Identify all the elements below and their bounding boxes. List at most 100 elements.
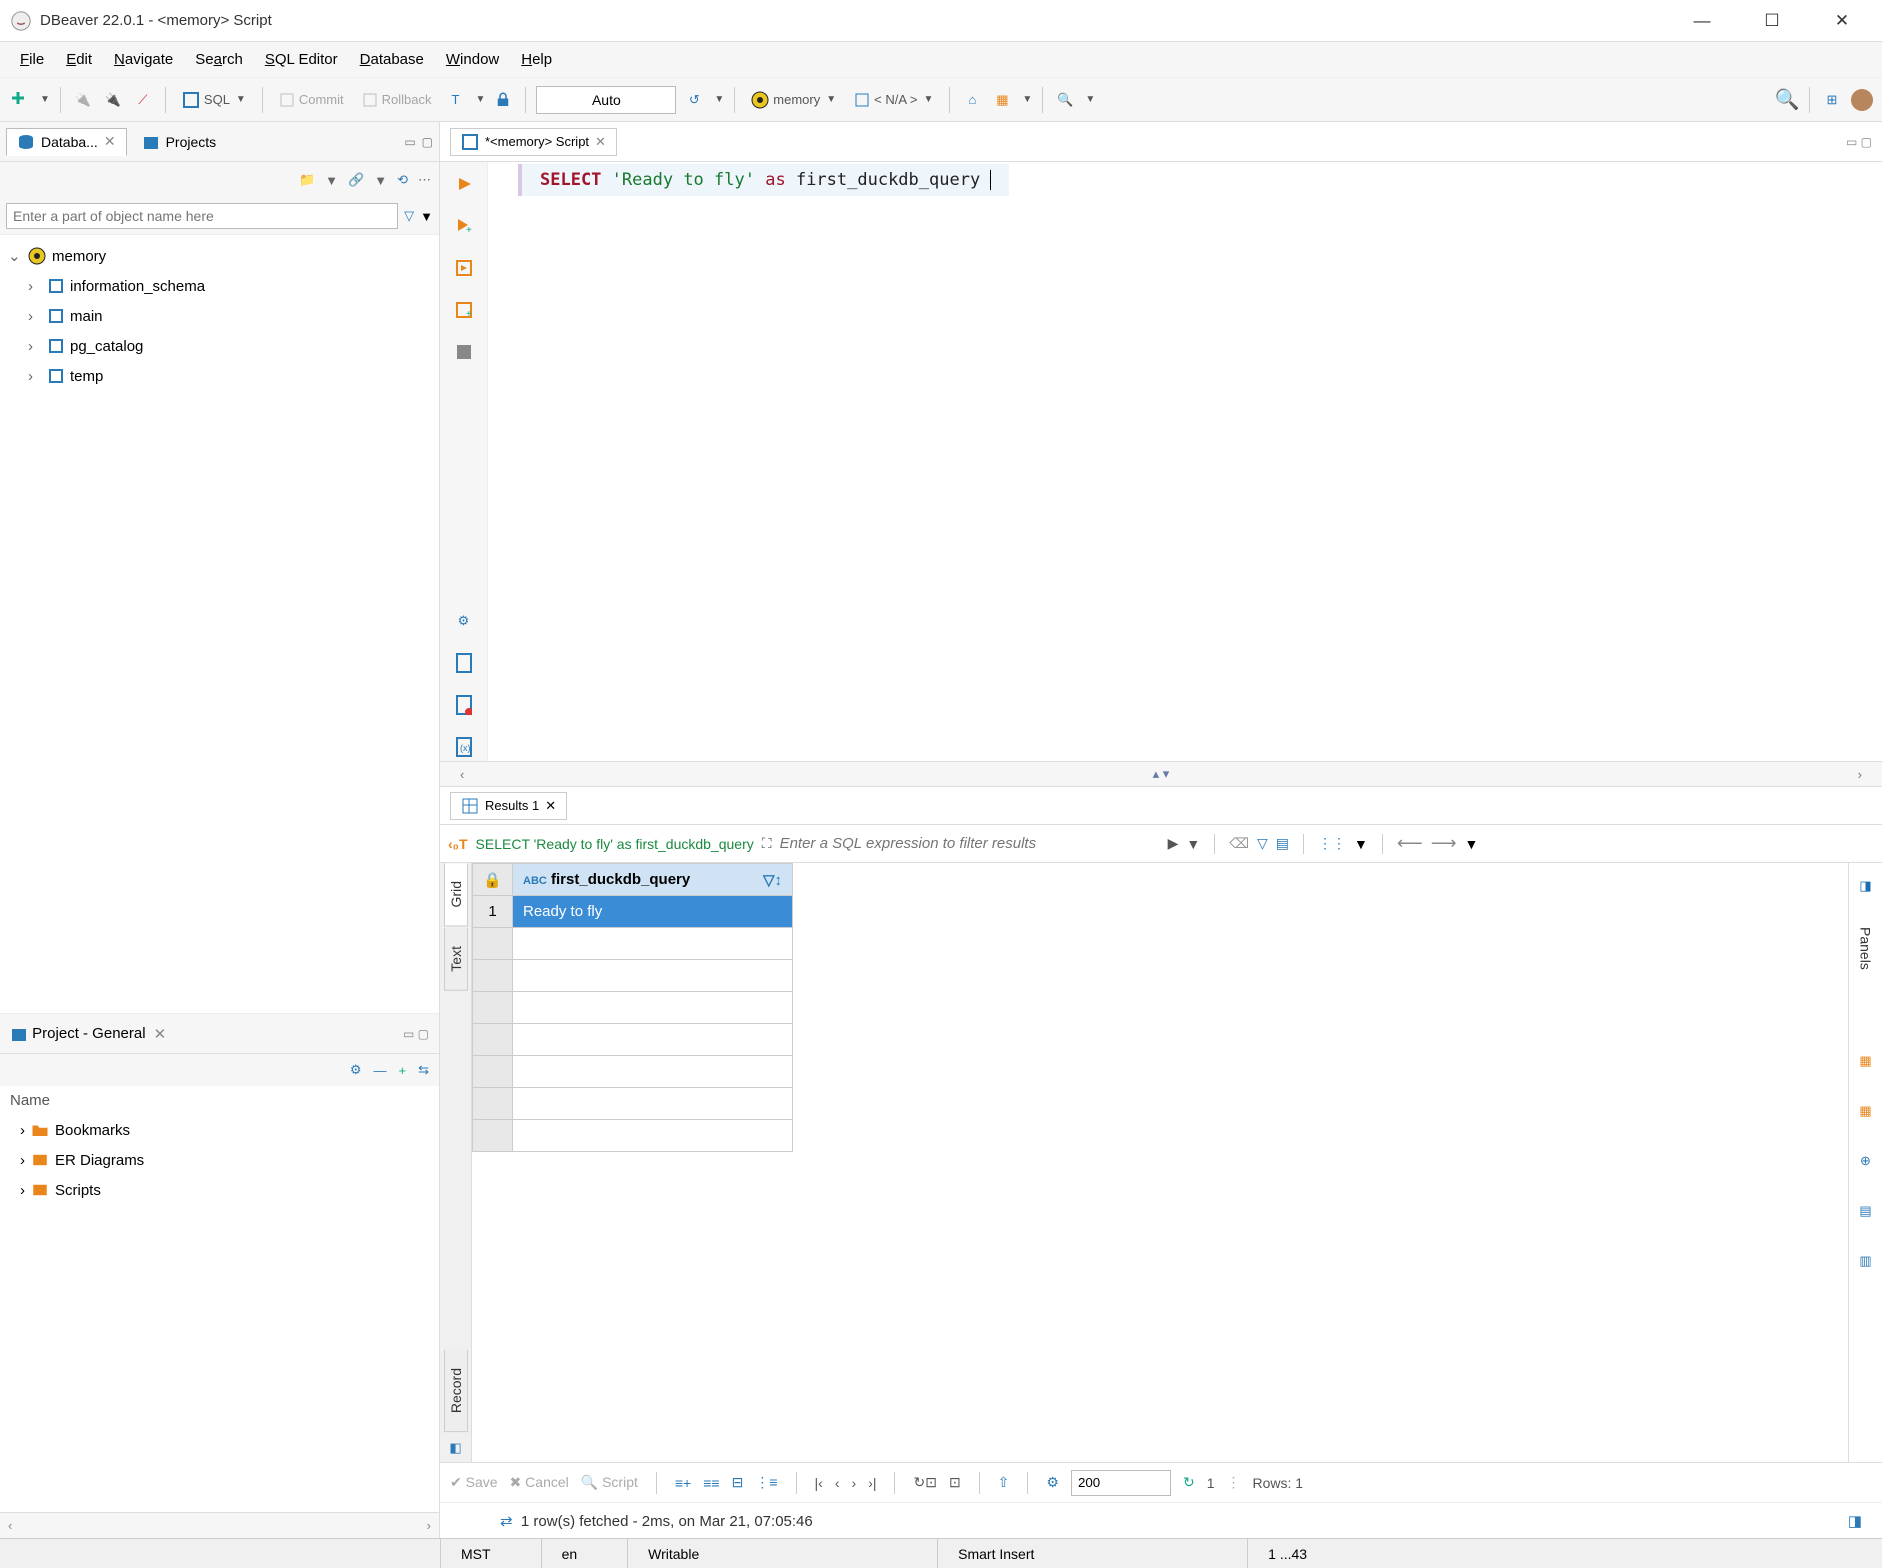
autorefresh-icon[interactable]: ↻⊡ bbox=[913, 1474, 936, 1491]
search-icon[interactable]: 🔍 bbox=[1053, 88, 1077, 112]
results-tab-1[interactable]: Results 1 ✕ bbox=[450, 792, 567, 820]
clear-filter-icon[interactable]: ⌫ bbox=[1229, 835, 1249, 852]
project-item-scripts[interactable]: › Scripts bbox=[10, 1175, 429, 1205]
nav-back-icon[interactable]: ⟵ bbox=[1397, 833, 1423, 854]
last-page-icon[interactable]: ›| bbox=[868, 1475, 876, 1491]
panel-calc-icon[interactable]: ▦ bbox=[1853, 1098, 1879, 1124]
results-tab-close-icon[interactable]: ✕ bbox=[545, 798, 556, 814]
grid-tab[interactable]: Grid bbox=[444, 863, 468, 926]
panel-toggle-icon[interactable]: ◧ bbox=[443, 1434, 467, 1462]
first-page-icon[interactable]: |‹ bbox=[815, 1475, 823, 1491]
projects-tab[interactable]: Projects bbox=[131, 128, 228, 156]
run-new-tab-icon[interactable]: + bbox=[450, 212, 478, 240]
menu-edit[interactable]: Edit bbox=[56, 47, 102, 72]
plug-auto-icon[interactable]: 🔌 bbox=[101, 88, 125, 112]
apply-filter-icon[interactable]: ▶ bbox=[1168, 835, 1179, 852]
new-folder-icon[interactable]: 📁 bbox=[299, 172, 315, 188]
sql-editor-button[interactable]: SQL ▼ bbox=[176, 89, 252, 111]
menu-database[interactable]: Database bbox=[350, 47, 434, 72]
gear-icon[interactable]: ⚙ bbox=[350, 1062, 362, 1078]
rollback-button[interactable]: Rollback bbox=[356, 90, 438, 110]
more-nav-icon[interactable]: ⋯ bbox=[418, 172, 431, 188]
run-icon[interactable] bbox=[450, 170, 478, 198]
maximize-view-icon[interactable]: ▢ bbox=[422, 135, 433, 149]
collapse-all-icon[interactable]: — bbox=[374, 1063, 387, 1078]
scroll-right-icon[interactable]: › bbox=[427, 1518, 431, 1533]
quick-search-icon[interactable]: 🔍 bbox=[1775, 88, 1799, 112]
page-icon[interactable] bbox=[450, 649, 478, 677]
run-script-new-icon[interactable]: + bbox=[450, 296, 478, 324]
edit-del-row-icon[interactable]: ⊟ bbox=[732, 1474, 744, 1491]
history-icon[interactable]: ↺ bbox=[682, 88, 706, 112]
colorder-icon[interactable]: ⋮⋮ bbox=[1318, 835, 1346, 852]
menu-window[interactable]: Window bbox=[436, 47, 509, 72]
panel-refs-icon[interactable]: ▥ bbox=[1853, 1248, 1879, 1274]
db-tree-child[interactable]: › pg_catalog bbox=[8, 331, 431, 361]
prev-page-icon[interactable]: ‹ bbox=[835, 1475, 840, 1491]
scroll-right-icon[interactable]: › bbox=[1858, 767, 1862, 782]
project-item-erdiagrams[interactable]: › ER Diagrams bbox=[10, 1145, 429, 1175]
text-tab[interactable]: Text bbox=[444, 928, 468, 991]
tx-mode-icon[interactable]: T bbox=[443, 88, 467, 112]
project-close-icon[interactable]: ✕ bbox=[154, 1025, 167, 1043]
filter-col-icon[interactable]: ▽↕ bbox=[763, 871, 782, 889]
results-grid[interactable]: 🔒 ABC first_duckdb_query ▽↕ 1Ready to fl… bbox=[472, 863, 1848, 1462]
cancel-action[interactable]: ✖ Cancel bbox=[510, 1474, 569, 1491]
db-tree-child[interactable]: › temp bbox=[8, 361, 431, 391]
db-filter-input[interactable] bbox=[6, 203, 398, 229]
menu-navigate[interactable]: Navigate bbox=[104, 47, 183, 72]
panel-grouping-icon[interactable]: ⊕ bbox=[1853, 1148, 1879, 1174]
sql-editor-area[interactable]: SELECT 'Ready to fly' as first_duckdb_qu… bbox=[488, 162, 1882, 761]
db-tab-close-icon[interactable]: ✕ bbox=[104, 133, 116, 150]
edit-add-row-icon[interactable]: ≡+ bbox=[675, 1475, 691, 1491]
page-error-icon[interactable] bbox=[450, 691, 478, 719]
explain-plan-icon[interactable] bbox=[450, 338, 478, 366]
editor-min-icon[interactable]: ▭ ▢ bbox=[1846, 135, 1872, 149]
editor-tab-script[interactable]: *<memory> Script ✕ bbox=[450, 128, 617, 156]
filter-icon[interactable]: ▽ bbox=[404, 208, 414, 224]
plug-disconnect-icon[interactable]: ⟋ bbox=[131, 88, 155, 112]
lock-icon[interactable] bbox=[491, 88, 515, 112]
home-icon[interactable]: ⌂ bbox=[960, 88, 984, 112]
menu-file[interactable]: File bbox=[10, 47, 54, 72]
project-item-bookmarks[interactable]: › Bookmarks bbox=[10, 1115, 429, 1145]
db-tree-root[interactable]: ⌄ memory bbox=[8, 241, 431, 271]
database-navigator-tab[interactable]: Databa... ✕ bbox=[6, 128, 127, 156]
edit-menu-icon[interactable]: ⋮≡ bbox=[755, 1474, 777, 1491]
minimize-view-icon[interactable]: ▭ bbox=[404, 135, 415, 149]
erd-icon[interactable]: ▦ bbox=[990, 88, 1014, 112]
refresh-nav-icon[interactable]: ⟲ bbox=[397, 172, 408, 188]
edit-dup-row-icon[interactable]: ≡≡ bbox=[703, 1475, 719, 1491]
add-icon[interactable]: + bbox=[399, 1063, 407, 1078]
db-tree-child[interactable]: › main bbox=[8, 301, 431, 331]
cell-value[interactable]: Ready to fly bbox=[513, 896, 793, 928]
menu-help[interactable]: Help bbox=[511, 47, 562, 72]
link-icon[interactable]: 🔗 bbox=[348, 172, 364, 188]
db-tree-child[interactable]: › information_schema bbox=[8, 271, 431, 301]
run-script-icon[interactable] bbox=[450, 254, 478, 282]
filter-drop-icon[interactable]: ▼ bbox=[1186, 836, 1200, 852]
refresh-icon[interactable]: ↻ bbox=[1183, 1474, 1195, 1491]
nav-fwd-icon[interactable]: ⟶ bbox=[1431, 833, 1457, 854]
menu-sqleditor[interactable]: SQL Editor bbox=[255, 47, 348, 72]
scroll-left-icon[interactable]: ‹ bbox=[8, 1518, 12, 1533]
fetch-size-input[interactable] bbox=[1071, 1470, 1171, 1496]
maximize-results-icon[interactable]: ◨ bbox=[1848, 1512, 1862, 1530]
panel-value-icon[interactable]: ▦ bbox=[1853, 1048, 1879, 1074]
new-connection-drop[interactable]: ▼ bbox=[40, 94, 50, 105]
plug-icon[interactable]: 🔌 bbox=[71, 88, 95, 112]
expand-icon[interactable]: ⛶ bbox=[762, 835, 772, 852]
commit-button[interactable]: Commit bbox=[273, 90, 350, 110]
save-action[interactable]: ✔ Save bbox=[450, 1474, 498, 1491]
script-action[interactable]: 🔍 Script bbox=[581, 1474, 638, 1491]
close-button[interactable]: ✕ bbox=[1822, 11, 1862, 31]
results-filter-input[interactable] bbox=[780, 835, 1160, 852]
menu-search[interactable]: Search bbox=[185, 47, 253, 72]
filter-settings-icon[interactable]: ▽ bbox=[1257, 835, 1268, 852]
variables-icon[interactable]: (x) bbox=[450, 733, 478, 761]
next-page-icon[interactable]: › bbox=[851, 1475, 856, 1491]
minimize-button[interactable]: — bbox=[1682, 11, 1722, 31]
gear-results-icon[interactable]: ⚙ bbox=[1046, 1474, 1059, 1491]
row-number[interactable]: 1 bbox=[473, 896, 513, 928]
panel-metadata-icon[interactable]: ▤ bbox=[1853, 1198, 1879, 1224]
